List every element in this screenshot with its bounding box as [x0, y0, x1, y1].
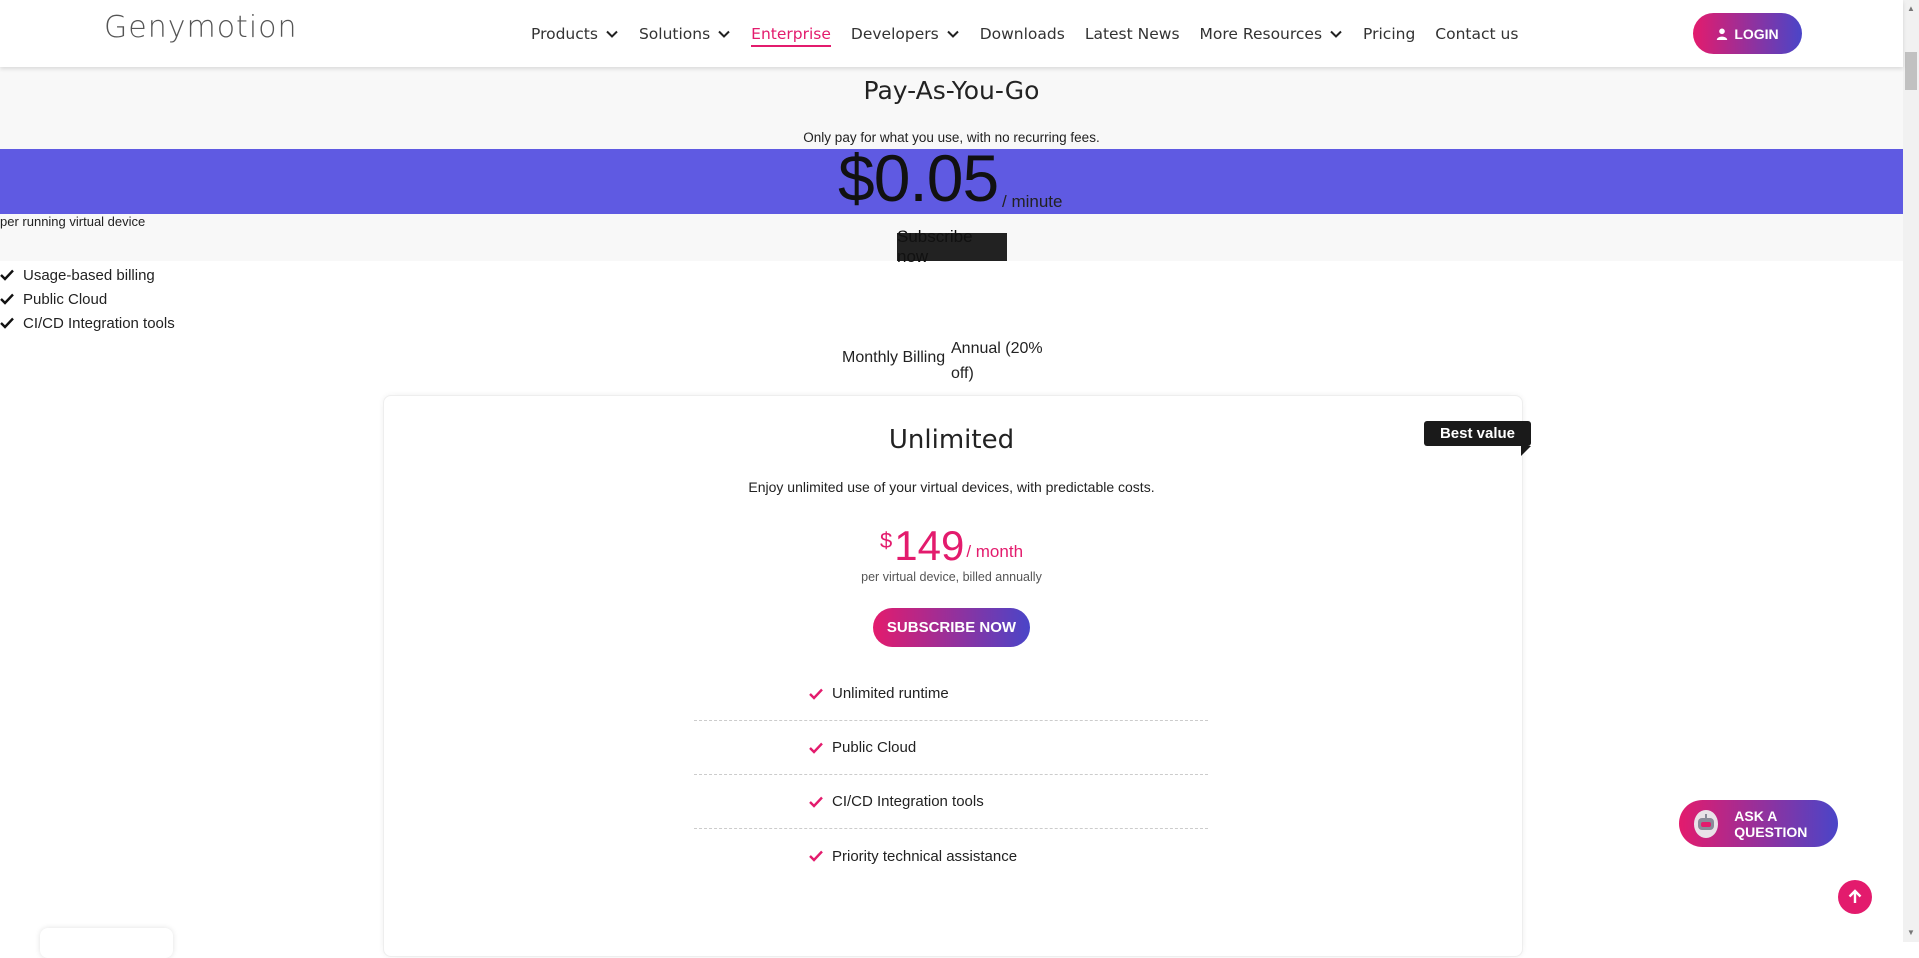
check-icon	[0, 293, 14, 305]
check-icon	[809, 688, 823, 700]
ask-question-button[interactable]: ASK A QUESTION	[1679, 800, 1838, 847]
nav-label: More Resources	[1199, 24, 1323, 43]
login-label: LOGIN	[1734, 25, 1779, 42]
payg-title: Pay-As-You-Go	[863, 76, 1040, 105]
feature-label: Public Cloud	[23, 290, 108, 308]
chevron-down-icon	[718, 30, 730, 38]
nav-pricing[interactable]: Pricing	[1363, 25, 1415, 43]
annual-billing-toggle[interactable]: Annual (20% off)	[951, 336, 1046, 386]
genymotion-logo[interactable]: Genymotion	[104, 10, 298, 45]
feature-label: Unlimited runtime	[832, 685, 949, 702]
ask-question-label: ASK A QUESTION	[1734, 807, 1808, 840]
nav-label: Contact us	[1435, 24, 1519, 43]
feature-label: CI/CD Integration tools	[832, 793, 984, 810]
page-scrollbar[interactable]: ▲ ▼	[1903, 0, 1919, 942]
plan-price-note: per virtual device, billed annually	[861, 570, 1042, 584]
scroll-down-arrow-icon[interactable]: ▼	[1907, 928, 1915, 937]
price-unit: / month	[966, 542, 1024, 561]
nav-label: Enterprise	[751, 24, 831, 43]
back-to-top-button[interactable]	[1838, 880, 1872, 914]
login-button[interactable]: LOGIN	[1693, 13, 1802, 54]
check-icon	[809, 850, 823, 862]
list-item: Public Cloud	[0, 287, 175, 311]
plan-description: Enjoy unlimited use of your virtual devi…	[748, 479, 1155, 495]
price-currency: $	[880, 528, 893, 553]
nav-developers[interactable]: Developers	[851, 25, 960, 43]
check-icon	[809, 742, 823, 754]
check-icon	[0, 317, 14, 329]
feature-label: Priority technical assistance	[832, 847, 1018, 865]
nav-label: Pricing	[1363, 24, 1416, 43]
list-item: Priority technical assistance	[694, 829, 1208, 883]
main-nav: Products Solutions Enterprise Developers…	[531, 0, 1538, 67]
nav-products[interactable]: Products	[531, 25, 619, 43]
check-icon	[0, 269, 14, 281]
monthly-billing-toggle[interactable]: Monthly Billing	[842, 349, 945, 367]
scroll-up-arrow-icon[interactable]: ▲	[1907, 4, 1915, 13]
nav-label: Products	[531, 24, 598, 43]
chevron-down-icon	[606, 30, 618, 38]
feature-label: Public Cloud	[832, 739, 917, 756]
list-item: Unlimited runtime	[694, 667, 1208, 721]
plan-price: $ 149 / month	[880, 520, 1023, 572]
list-item: Public Cloud	[694, 721, 1208, 775]
list-item: CI/CD Integration tools	[0, 311, 175, 335]
nav-solutions[interactable]: Solutions	[639, 25, 731, 43]
nav-downloads[interactable]: Downloads	[980, 25, 1065, 43]
nav-label: Developers	[850, 24, 939, 43]
feature-label: Usage-based billing	[23, 266, 155, 284]
chevron-down-icon	[946, 30, 959, 38]
list-item: CI/CD Integration tools	[694, 775, 1208, 829]
nav-label: Downloads	[979, 24, 1065, 43]
payg-price-unit: / minute	[1002, 192, 1063, 211]
nav-enterprise[interactable]: Enterprise	[751, 25, 831, 47]
feature-label: CI/CD Integration tools	[23, 314, 175, 332]
user-icon	[1717, 28, 1728, 40]
nav-latest-news[interactable]: Latest News	[1085, 25, 1180, 43]
price-amount: 149	[894, 522, 965, 569]
site-header: Genymotion Products Solutions Enterprise…	[0, 0, 1903, 67]
nav-label: Latest News	[1084, 24, 1180, 43]
plan-feature-list: Unlimited runtime Public Cloud CI/CD Int…	[694, 667, 1208, 883]
check-icon	[809, 796, 823, 808]
robot-avatar-icon	[1694, 809, 1719, 838]
robot-face-icon	[1698, 813, 1715, 830]
payg-feature-list: Usage-based billing Public Cloud CI/CD I…	[0, 263, 175, 335]
list-item: Usage-based billing	[0, 263, 175, 287]
plan-title: Unlimited	[888, 425, 1015, 455]
nav-label: Solutions	[638, 24, 711, 43]
chevron-down-icon	[1330, 30, 1342, 38]
scrollbar-thumb[interactable]	[1905, 52, 1917, 90]
arrow-up-icon	[1848, 889, 1862, 903]
nav-more-resources[interactable]: More Resources	[1200, 25, 1344, 43]
payg-subscribe-button[interactable]: Subscribe now	[897, 227, 1007, 266]
cookie-widget[interactable]	[40, 928, 173, 958]
nav-contact-us[interactable]: Contact us	[1435, 25, 1518, 43]
plan-subscribe-button[interactable]: SUBSCRIBE NOW	[873, 608, 1030, 647]
payg-price-note: per running virtual device	[0, 214, 146, 229]
payg-price: $0.05	[838, 141, 999, 215]
